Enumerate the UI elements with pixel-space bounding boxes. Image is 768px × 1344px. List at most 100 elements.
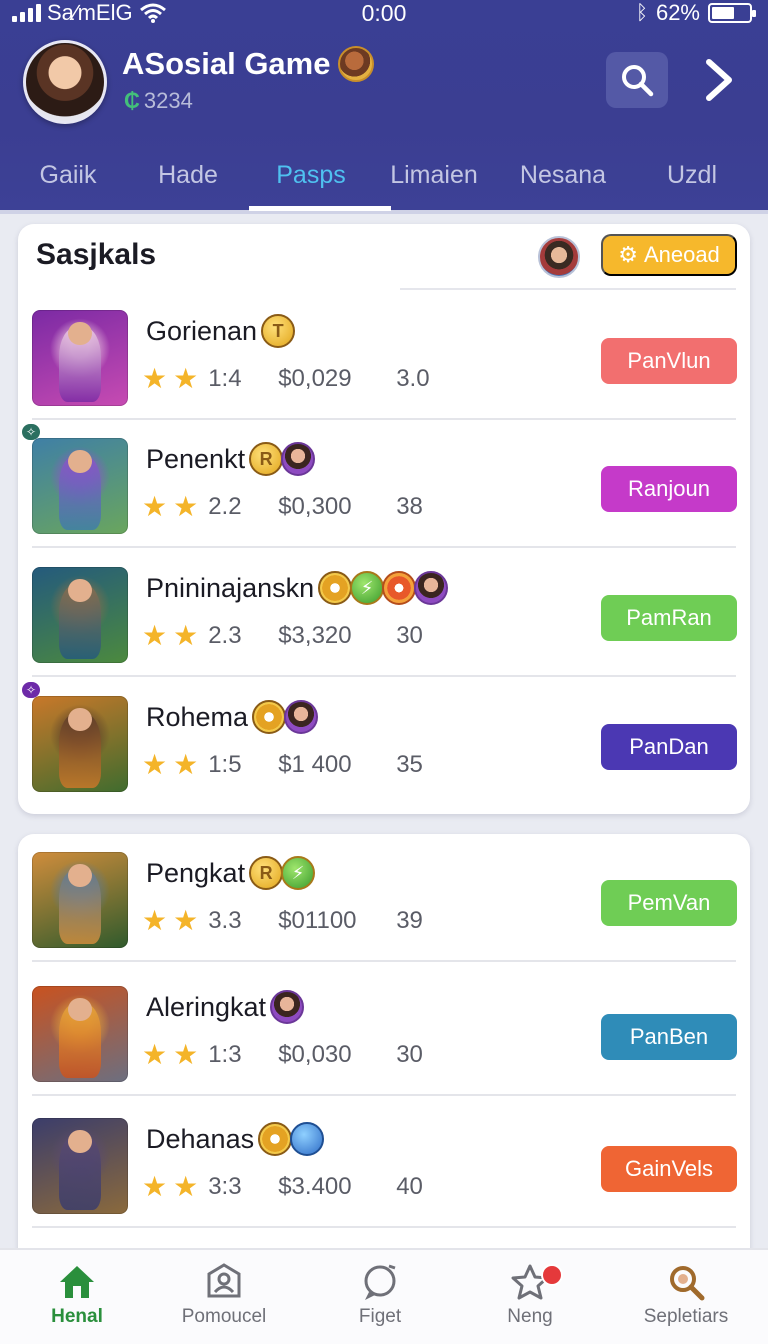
tab-hade[interactable]: Hade: [126, 158, 250, 198]
game-stats: ★★ 3:3 $3.400 40: [142, 1170, 423, 1203]
gear-icon: ⚙: [618, 242, 638, 267]
tab-uzdl[interactable]: Uzdl: [630, 158, 754, 198]
game-action-button[interactable]: PemVan: [601, 880, 737, 926]
game-action-button[interactable]: PanBen: [601, 1014, 737, 1060]
game-title: Dehanas: [146, 1122, 325, 1156]
game-row[interactable]: Aleringkat ★★ 1:3 $0,030 30 PanBen: [32, 968, 737, 1096]
app-header: Sa∕mElG 0:00 ᛒ 62% ASosial Game ₵ 3234 G…: [0, 0, 768, 214]
divider: [400, 288, 736, 290]
game-row[interactable]: ✧ Rohema ★★ 1:5 $1 400 35 PanDan: [22, 678, 737, 806]
nav-item-neng[interactable]: Neng: [455, 1258, 605, 1342]
game-title: Aleringkat: [146, 990, 305, 1024]
star-rating-icon: ★★: [142, 749, 205, 780]
reload-button[interactable]: ⚙ Aneoad: [601, 234, 737, 276]
achievement-badge-icon: [382, 571, 417, 605]
row-divider: [32, 960, 736, 962]
game-name: Pnininajanskn: [146, 572, 315, 603]
achievement-badge-icon: ⚡: [281, 856, 316, 890]
rating-value: 1:5: [208, 750, 242, 778]
achievement-badge-icon: [290, 1122, 325, 1156]
coin-icon: [338, 46, 375, 82]
nav-label: Henal: [51, 1306, 103, 1327]
tab-nesana[interactable]: Nesana: [501, 158, 625, 198]
star-rating-icon: ★★: [142, 905, 205, 936]
bluetooth-icon: ᛒ: [635, 1, 648, 24]
game-name: Dehanas: [146, 1123, 255, 1154]
count-value: 30: [396, 621, 423, 649]
home-icon: [56, 1262, 98, 1302]
star-rating-icon: ★★: [142, 1039, 205, 1070]
category-tabs: Gaiik Hade Pasps Limaien Nesana Uzdl: [0, 150, 768, 211]
tab-gaiik[interactable]: Gaiik: [6, 158, 130, 198]
game-row[interactable]: Dehanas ★★ 3:3 $3.400 40 GainVels: [32, 1100, 737, 1228]
notification-dot: [541, 1264, 563, 1286]
tab-limaien[interactable]: Limaien: [372, 158, 496, 198]
price-value: $1 400: [278, 750, 352, 778]
character-head: [68, 707, 92, 731]
game-stats: ★★ 3.3 $01100 39: [142, 904, 423, 937]
game-title: Pnininajanskn ⚡: [146, 571, 449, 605]
character-head: [68, 863, 92, 887]
tab-pasps[interactable]: Pasps: [249, 158, 373, 198]
achievement-badge-icon: [414, 571, 449, 605]
count-value: 39: [396, 906, 423, 934]
battery-icon: [708, 3, 756, 23]
row-divider: [32, 1226, 736, 1228]
game-thumbnail[interactable]: [32, 696, 128, 792]
nav-item-sepletiars[interactable]: Sepletiars: [611, 1258, 761, 1342]
price-value: $01100: [278, 906, 357, 934]
game-thumbnail[interactable]: [32, 1118, 128, 1214]
section-card: Sasjkals ⚙ Aneoad Gorienan T ★★ 1:4 $0,029 3.…: [18, 224, 750, 814]
search-button[interactable]: [606, 52, 668, 108]
game-thumbnail[interactable]: [32, 438, 128, 534]
achievement-badge-icon: R: [249, 442, 284, 476]
game-row[interactable]: ✧ Penenkt R ★★ 2.2 $0,300 38 Ranjoun: [22, 420, 737, 548]
forward-button[interactable]: [694, 52, 744, 108]
game-action-button[interactable]: Ranjoun: [601, 466, 737, 512]
game-action-button[interactable]: GainVels: [601, 1146, 737, 1192]
game-action-button[interactable]: PamRan: [601, 595, 737, 641]
row-divider: [32, 675, 736, 677]
nav-item-henal[interactable]: Henal: [2, 1258, 152, 1342]
game-row[interactable]: Gorienan T ★★ 1:4 $0,029 3.0 PanVlun: [32, 292, 737, 420]
achievement-badge-icon: [281, 442, 316, 476]
star-rating-icon: ★★: [142, 491, 205, 522]
chevron-right-icon: [706, 59, 732, 101]
price-value: $3,320: [278, 621, 352, 649]
game-name: Rohema: [146, 701, 249, 732]
game-thumbnail[interactable]: [32, 567, 128, 663]
rating-value: 1:3: [208, 1040, 242, 1068]
credits-display: ₵ 3234: [124, 88, 193, 113]
count-value: 3.0: [396, 364, 430, 392]
achievement-badge-icon: [318, 571, 353, 605]
game-thumbnail[interactable]: [32, 986, 128, 1082]
character-head: [68, 1129, 92, 1153]
gem-icon: ₵: [124, 88, 140, 113]
user-avatar[interactable]: [23, 40, 107, 124]
search-icon: [622, 65, 654, 97]
game-action-button[interactable]: PanDan: [601, 724, 737, 770]
game-thumbnail[interactable]: [32, 852, 128, 948]
section-avatar[interactable]: [538, 236, 580, 278]
character-head: [68, 997, 92, 1021]
nav-item-pomoucel[interactable]: Pomoucel: [149, 1258, 299, 1342]
chat-bubble-icon: [359, 1262, 401, 1302]
nav-item-figet[interactable]: Figet: [305, 1258, 455, 1342]
nav-label: Pomoucel: [181, 1306, 267, 1327]
game-title: Penenkt R: [146, 442, 316, 476]
game-row[interactable]: Pnininajanskn ⚡ ★★ 2.3 $3,320 30 PamRan: [32, 549, 737, 677]
character-head: [68, 449, 92, 473]
nav-label: Figet: [358, 1306, 402, 1327]
game-name: Gorienan: [146, 315, 258, 346]
count-value: 35: [396, 750, 423, 778]
game-action-button[interactable]: PanVlun: [601, 338, 737, 384]
section-title: Sasjkals: [36, 238, 157, 271]
profile-badge-icon: [203, 1262, 245, 1302]
game-stats: ★★ 1:3 $0,030 30: [142, 1038, 423, 1071]
active-tab-indicator: [249, 206, 391, 211]
game-row[interactable]: Pengkat R ⚡ ★★ 3.3 $01100 39 PemVan: [32, 834, 737, 962]
game-thumbnail[interactable]: [32, 310, 128, 406]
count-value: 30: [396, 1040, 423, 1068]
game-title: Rohema: [146, 700, 319, 734]
achievement-badge-icon: T: [261, 314, 296, 348]
